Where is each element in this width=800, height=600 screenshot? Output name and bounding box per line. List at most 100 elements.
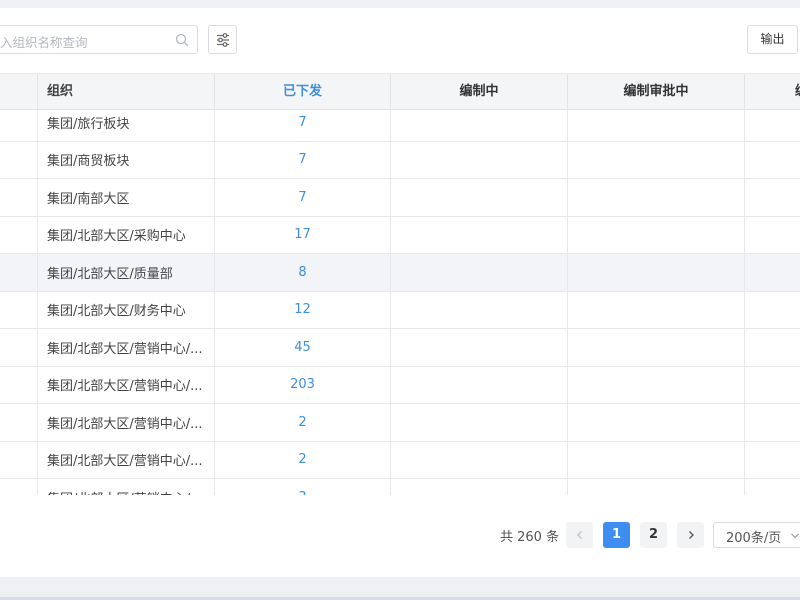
row-select-cell[interactable] xyxy=(0,366,38,403)
table-row[interactable]: 集团/北部大区/营销中心/... 2 xyxy=(0,441,800,479)
next-column-cell xyxy=(745,367,800,404)
page-button-1[interactable]: 1 xyxy=(603,522,630,548)
approval-cell xyxy=(568,216,745,253)
approval-cell xyxy=(568,329,745,366)
approval-cell xyxy=(568,404,745,441)
org-cell: 集团/旅行板块 xyxy=(38,110,215,141)
drafting-cell xyxy=(391,291,568,328)
table-row[interactable]: 集团/商贸板块 7 xyxy=(0,141,800,179)
row-select-cell[interactable] xyxy=(0,110,38,141)
pagination: 共 260 条 1 2 200条/页 xyxy=(0,520,800,550)
org-cell: 集团/商贸板块 xyxy=(38,141,215,178)
column-header-approval[interactable]: 编制审批中 xyxy=(568,74,745,110)
drafting-cell xyxy=(391,179,568,216)
main-panel: 入组织名称查询 输出 组织 已下发 编制中 编制审批中 编 集团/旅行板块7集团… xyxy=(0,8,800,577)
column-header-issued[interactable]: 已下发 xyxy=(215,74,391,110)
row-select-cell[interactable] xyxy=(0,404,38,441)
page-button-2[interactable]: 2 xyxy=(640,522,667,548)
next-column-cell xyxy=(745,110,800,141)
issued-count-link[interactable]: 2 xyxy=(215,441,391,478)
next-column-cell xyxy=(745,179,800,216)
drafting-cell xyxy=(391,479,568,495)
org-cell: 集团/北部大区/营销中心/... xyxy=(38,366,215,403)
table-row[interactable]: 集团/北部大区/营销中心/... 203 xyxy=(0,366,800,404)
table-row[interactable]: 集团/北部大区/营销中心/...3 xyxy=(0,479,800,495)
drafting-cell xyxy=(391,329,568,366)
approval-cell xyxy=(568,441,745,478)
column-header-select xyxy=(0,74,38,110)
table-row[interactable]: 集团/南部大区 7 xyxy=(0,179,800,217)
issued-count-link[interactable]: 12 xyxy=(215,291,391,328)
org-cell: 集团/北部大区/采购中心 xyxy=(38,216,215,253)
issued-count-link[interactable]: 7 xyxy=(215,110,391,141)
approval-cell xyxy=(568,479,745,495)
total-count: 共 260 条 xyxy=(500,530,560,545)
issued-count-link[interactable]: 45 xyxy=(215,329,391,366)
row-select-cell[interactable] xyxy=(0,329,38,366)
issued-count-link[interactable]: 3 xyxy=(215,479,391,495)
drafting-cell xyxy=(391,404,568,441)
column-header-org[interactable]: 组织 xyxy=(38,74,215,110)
chevron-down-icon xyxy=(791,533,799,539)
table-row[interactable]: 集团/北部大区/质量部 8 xyxy=(0,254,800,292)
approval-cell xyxy=(568,110,745,141)
approval-cell xyxy=(568,179,745,216)
drafting-cell xyxy=(391,254,568,291)
approval-cell xyxy=(568,366,745,403)
filter-settings-button[interactable] xyxy=(208,25,237,54)
issued-count-link[interactable]: 8 xyxy=(215,254,391,291)
row-select-cell[interactable] xyxy=(0,179,38,216)
next-column-cell xyxy=(745,404,800,441)
drafting-cell xyxy=(391,366,568,403)
row-select-cell[interactable] xyxy=(0,479,38,495)
row-select-cell[interactable] xyxy=(0,441,38,478)
next-column-cell xyxy=(745,292,800,329)
row-select-cell[interactable] xyxy=(0,291,38,328)
prev-page-button[interactable] xyxy=(566,522,593,548)
row-select-cell[interactable] xyxy=(0,254,38,291)
export-button[interactable]: 输出 xyxy=(747,25,798,54)
drafting-cell xyxy=(391,110,568,141)
next-column-cell xyxy=(745,254,800,291)
next-column-cell xyxy=(745,479,800,495)
table-row[interactable]: 集团/北部大区/营销中心/... 2 xyxy=(0,404,800,442)
search-icon[interactable] xyxy=(175,33,189,47)
issued-count-link[interactable]: 17 xyxy=(215,216,391,253)
org-cell: 集团/北部大区/质量部 xyxy=(38,254,215,291)
org-cell: 集团/南部大区 xyxy=(38,179,215,216)
sliders-icon xyxy=(217,33,229,47)
next-column-cell xyxy=(745,329,800,366)
issued-count-link[interactable]: 2 xyxy=(215,404,391,441)
table-row[interactable]: 集团/北部大区/营销中心/... 45 xyxy=(0,329,800,367)
table-row[interactable]: 集团/北部大区/财务中心 12 xyxy=(0,291,800,329)
issued-count-link[interactable]: 203 xyxy=(215,366,391,403)
approval-cell xyxy=(568,291,745,328)
issued-count-link[interactable]: 7 xyxy=(215,141,391,178)
next-page-button[interactable] xyxy=(677,522,704,548)
org-cell: 集团/北部大区/营销中心/... xyxy=(38,404,215,441)
search-input[interactable]: 入组织名称查询 xyxy=(0,25,198,54)
next-column-cell xyxy=(745,217,800,254)
next-column-cell xyxy=(745,142,800,179)
table-body: 集团/旅行板块 7 集团/商贸板块 7 集团/南部大区 7 集团/北部大区/采购中心 17 集团… xyxy=(0,110,800,495)
column-header-next[interactable]: 编 xyxy=(745,74,800,110)
column-header-drafting[interactable]: 编制中 xyxy=(391,74,568,110)
table-row[interactable]: 集团/旅行板块 7 xyxy=(0,110,800,142)
org-cell: 集团/北部大区/营销中心/... xyxy=(38,329,215,366)
chevron-right-icon xyxy=(688,531,694,539)
issued-count-link[interactable]: 7 xyxy=(215,179,391,216)
data-table: 组织 已下发 编制中 编制审批中 编 集团/旅行板块7集团/商贸板块7集团/南部… xyxy=(0,73,800,495)
table-header: 组织 已下发 编制中 编制审批中 编 xyxy=(0,73,800,110)
top-background xyxy=(0,0,800,8)
org-cell: 集团/北部大区/财务中心 xyxy=(38,291,215,328)
page-size-value: 200条/页 xyxy=(726,531,782,546)
table-row[interactable]: 集团/北部大区/采购中心 17 xyxy=(0,216,800,254)
search-placeholder: 入组织名称查询 xyxy=(0,35,88,50)
drafting-cell xyxy=(391,216,568,253)
chevron-left-icon xyxy=(576,531,582,539)
row-select-cell[interactable] xyxy=(0,141,38,178)
row-select-cell[interactable] xyxy=(0,216,38,253)
approval-cell xyxy=(568,141,745,178)
drafting-cell xyxy=(391,441,568,478)
page-size-select[interactable]: 200条/页 xyxy=(713,522,800,548)
